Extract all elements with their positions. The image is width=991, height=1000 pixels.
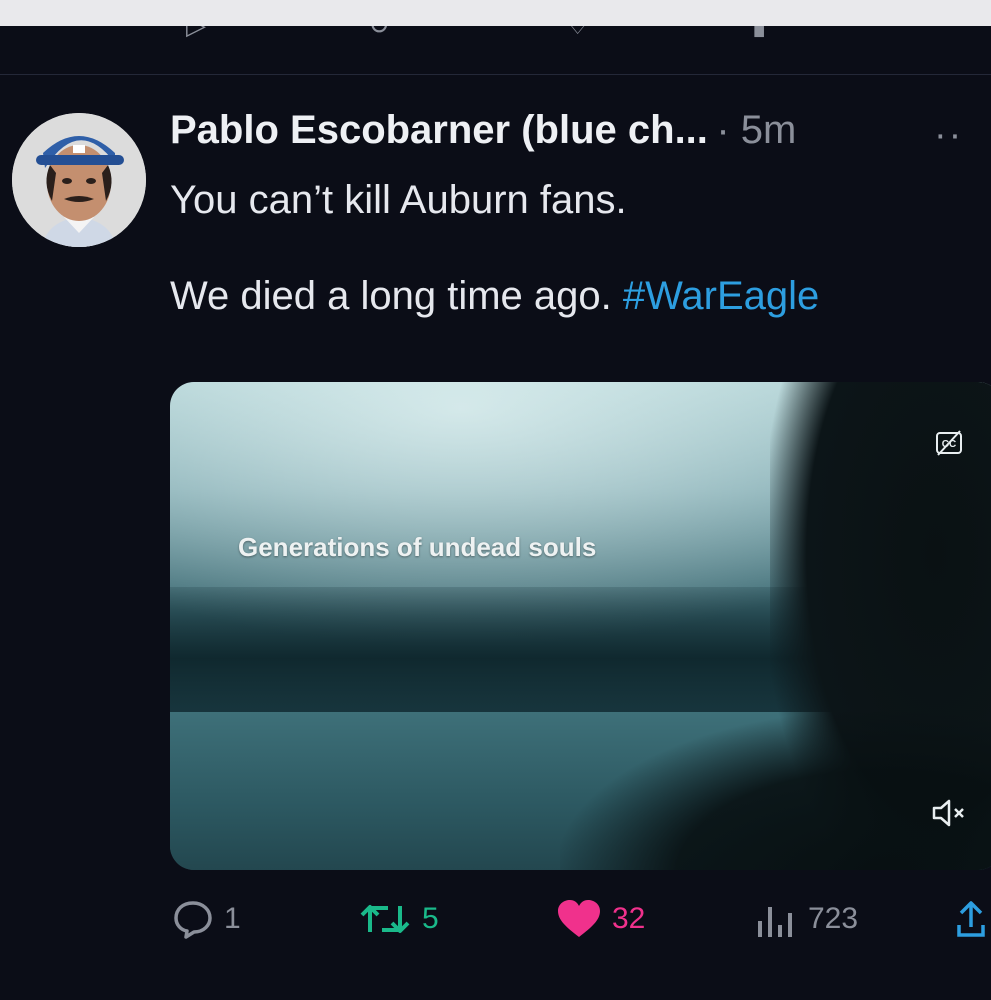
heart-icon	[558, 900, 600, 937]
share-button[interactable]	[956, 894, 986, 944]
tweet-actions: 1 5 32 723	[0, 894, 991, 944]
video-caption: Generations of undead souls	[238, 532, 597, 562]
repost-count: 5	[422, 902, 439, 935]
reply-icon	[174, 901, 212, 939]
previous-like-icon[interactable]: ♡	[566, 26, 589, 41]
tweet-text-line: We died a long time ago. #WarEagle	[170, 272, 980, 320]
tweet-text-plain: We died a long time ago.	[170, 274, 623, 318]
author-name[interactable]: Pablo Escobarner (blue ch...	[170, 108, 708, 152]
tweet-text: You can’t kill Auburn fans. We died a lo…	[170, 176, 980, 320]
avatar-image	[12, 113, 146, 247]
previous-tweet-actions: ▷ ↻ ♡ ▮	[0, 26, 991, 56]
repost-icon	[360, 905, 410, 933]
views-icon	[758, 907, 792, 937]
tweet-header: Pablo Escobarner (blue ch... · 5m	[170, 108, 796, 162]
hashtag-link[interactable]: #WarEagle	[623, 274, 819, 318]
closed-captions-icon[interactable]: CC	[934, 428, 964, 458]
tweet-text-line: You can’t kill Auburn fans.	[170, 178, 627, 222]
repost-button[interactable]: 5	[358, 894, 439, 944]
avatar[interactable]	[12, 113, 146, 247]
view-count: 723	[808, 902, 859, 935]
more-options-icon[interactable]: ··	[934, 114, 963, 157]
previous-views-icon[interactable]: ▮	[752, 26, 766, 41]
previous-repost-icon[interactable]: ↻	[368, 26, 390, 41]
muted-speaker-icon[interactable]	[930, 796, 970, 830]
reply-button[interactable]: 1	[172, 894, 241, 944]
video-player[interactable]: Generations of undead souls CC	[170, 382, 991, 870]
reply-count: 1	[224, 902, 241, 935]
views-button[interactable]: 723	[754, 894, 858, 944]
divider	[0, 74, 991, 75]
previous-share-icon[interactable]: ▷	[186, 26, 206, 41]
tweet-time[interactable]: · 5m	[716, 108, 796, 152]
like-button[interactable]: 32	[556, 894, 645, 944]
tweet-screen: ▷ ↻ ♡ ▮ Pablo Escobarner (blue ch... · 5…	[0, 26, 991, 1000]
like-count: 32	[612, 902, 646, 935]
video-frame-shoulder	[560, 712, 991, 870]
share-icon	[957, 901, 985, 937]
